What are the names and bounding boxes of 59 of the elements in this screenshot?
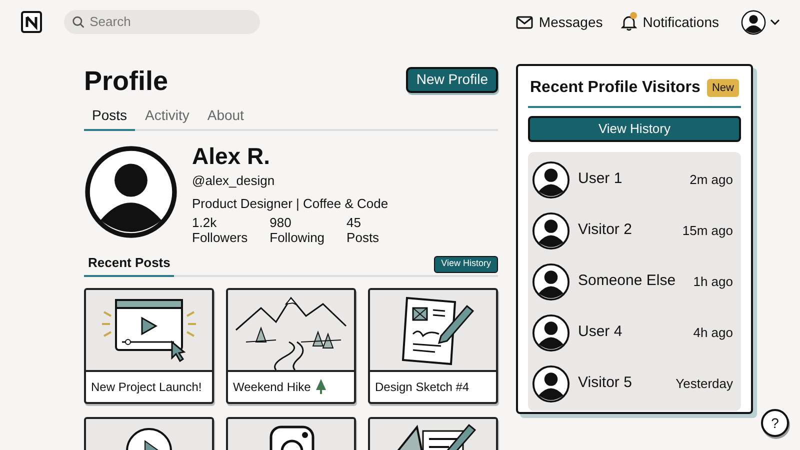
panel-title: Recent Profile Visitors	[530, 78, 700, 98]
avatar-icon	[532, 364, 570, 402]
tab[interactable]: Posts	[84, 105, 136, 131]
visitor-row[interactable]: Someone Else 1h ago	[532, 256, 737, 307]
visitor-row[interactable]: User 1 2m ago	[532, 154, 737, 205]
avatar-icon	[741, 10, 766, 34]
chevron-down-icon	[770, 19, 780, 25]
tree-icon	[314, 379, 327, 394]
profile-bio: Product Designer | Coffee & Code	[192, 194, 388, 213]
stat-label: Followers	[192, 230, 248, 245]
visit-time: 1h ago	[693, 272, 734, 291]
profile-name: Alex R.	[192, 145, 271, 168]
logo-icon[interactable]	[20, 10, 44, 34]
bell-icon	[620, 14, 637, 30]
notifications-button[interactable]: Notifications	[620, 12, 719, 32]
view-history-button[interactable]: View History	[528, 116, 741, 142]
profile-handle: @alex_design	[192, 172, 276, 190]
search-input[interactable]: Search	[90, 12, 252, 32]
post-caption: Weekend Hike	[233, 378, 311, 396]
help-button[interactable]: ?	[761, 409, 789, 437]
visit-time: 2m ago	[690, 170, 734, 189]
visitor-name: User 4	[578, 322, 622, 342]
visitor-name: Someone Else	[578, 271, 676, 292]
visit-time: 4h ago	[693, 324, 734, 342]
avatar-icon	[532, 160, 570, 198]
avatar-icon	[532, 212, 570, 250]
post-caption: New Project Launch!	[91, 378, 202, 396]
search-field[interactable]: Search	[64, 10, 260, 34]
visit-time: Yesterday	[676, 374, 734, 393]
stat-value: 1.2k	[192, 215, 218, 230]
visitor-row[interactable]: User 4 4h ago	[532, 307, 737, 358]
search-icon	[72, 15, 85, 29]
messages-button[interactable]: Messages	[516, 12, 603, 32]
stat-label: Following	[270, 230, 325, 245]
stat-value: 45	[346, 215, 362, 230]
new-profile-button[interactable]: New Profile	[406, 66, 498, 92]
visitor-name: Visitor 5	[578, 373, 632, 394]
view-history-button[interactable]: View History	[434, 256, 498, 272]
avatar-icon	[532, 262, 570, 300]
new-badge: New	[706, 78, 739, 98]
visitor-name: Visitor 2	[578, 220, 632, 240]
avatar-icon	[532, 314, 570, 352]
stat-label: Posts	[346, 230, 380, 245]
tab[interactable]: Activity	[137, 105, 198, 129]
account-menu-button[interactable]	[741, 10, 780, 34]
profile-avatar-icon	[84, 145, 178, 239]
visitor-row[interactable]: Visitor 2 15m ago	[532, 205, 737, 256]
section-title: Recent Posts	[84, 253, 174, 276]
page-title: Profile	[84, 68, 168, 95]
envelope-icon	[516, 16, 533, 28]
tab[interactable]: About	[199, 105, 252, 129]
visit-time: 15m ago	[682, 222, 734, 240]
post-card[interactable]: Design Sketch #4	[368, 288, 498, 404]
post-card[interactable]: New Project Launch!	[84, 288, 214, 404]
visitor-row[interactable]: Visitor 5 Yesterday	[532, 358, 737, 409]
stat-value: 980	[270, 215, 292, 230]
post-card[interactable]: Weekend Hike	[226, 288, 356, 404]
post-caption: Design Sketch #4	[375, 378, 470, 396]
visitor-name: User 1	[578, 169, 622, 190]
